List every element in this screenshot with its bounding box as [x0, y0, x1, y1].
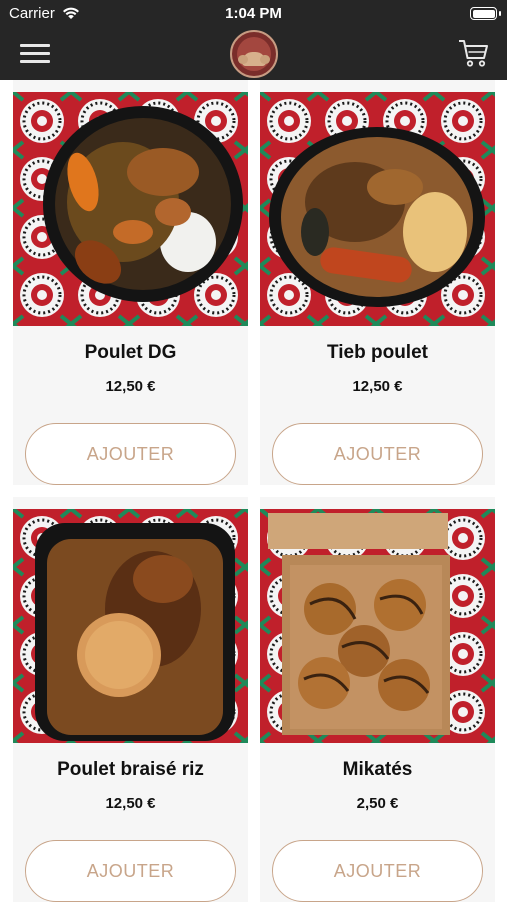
clock: 1:04 PM: [225, 5, 282, 22]
product-name: Tieb poulet: [327, 342, 428, 363]
product-card[interactable]: Tieb poulet 12,50 € AJOUTER: [260, 80, 495, 485]
battery-icon: [470, 7, 501, 20]
add-to-cart-button[interactable]: AJOUTER: [272, 840, 483, 902]
hamburger-menu-icon[interactable]: [20, 42, 50, 64]
product-price: 12,50 €: [352, 378, 403, 395]
restaurant-logo[interactable]: [230, 30, 278, 78]
product-price: 12,50 €: [105, 795, 156, 812]
poulet-dg-photo: [13, 92, 248, 326]
mikates-photo: [260, 509, 495, 743]
product-name: Poulet DG: [84, 342, 177, 363]
add-to-cart-button[interactable]: AJOUTER: [25, 840, 236, 902]
shopping-cart-icon[interactable]: [457, 38, 489, 68]
tieb-poulet-photo: [260, 92, 495, 326]
product-name: Poulet braisé riz: [57, 759, 204, 780]
navigation-bar: [0, 28, 507, 80]
product-card[interactable]: Poulet DG 12,50 € AJOUTER: [13, 80, 248, 485]
status-bar: Carrier 1:04 PM: [0, 0, 507, 28]
product-card[interactable]: Mikatés 2,50 € AJOUTER: [260, 497, 495, 902]
add-to-cart-button[interactable]: AJOUTER: [25, 423, 236, 485]
product-price: 12,50 €: [105, 378, 156, 395]
product-price: 2,50 €: [356, 795, 399, 812]
product-card[interactable]: Poulet braisé riz 12,50 € AJOUTER: [13, 497, 248, 902]
product-grid: Poulet DG 12,50 € AJOUTER Tieb poulet 12…: [0, 80, 507, 902]
add-to-cart-button[interactable]: AJOUTER: [272, 423, 483, 485]
poulet-braise-riz-photo: [13, 509, 248, 743]
product-name: Mikatés: [342, 759, 413, 780]
